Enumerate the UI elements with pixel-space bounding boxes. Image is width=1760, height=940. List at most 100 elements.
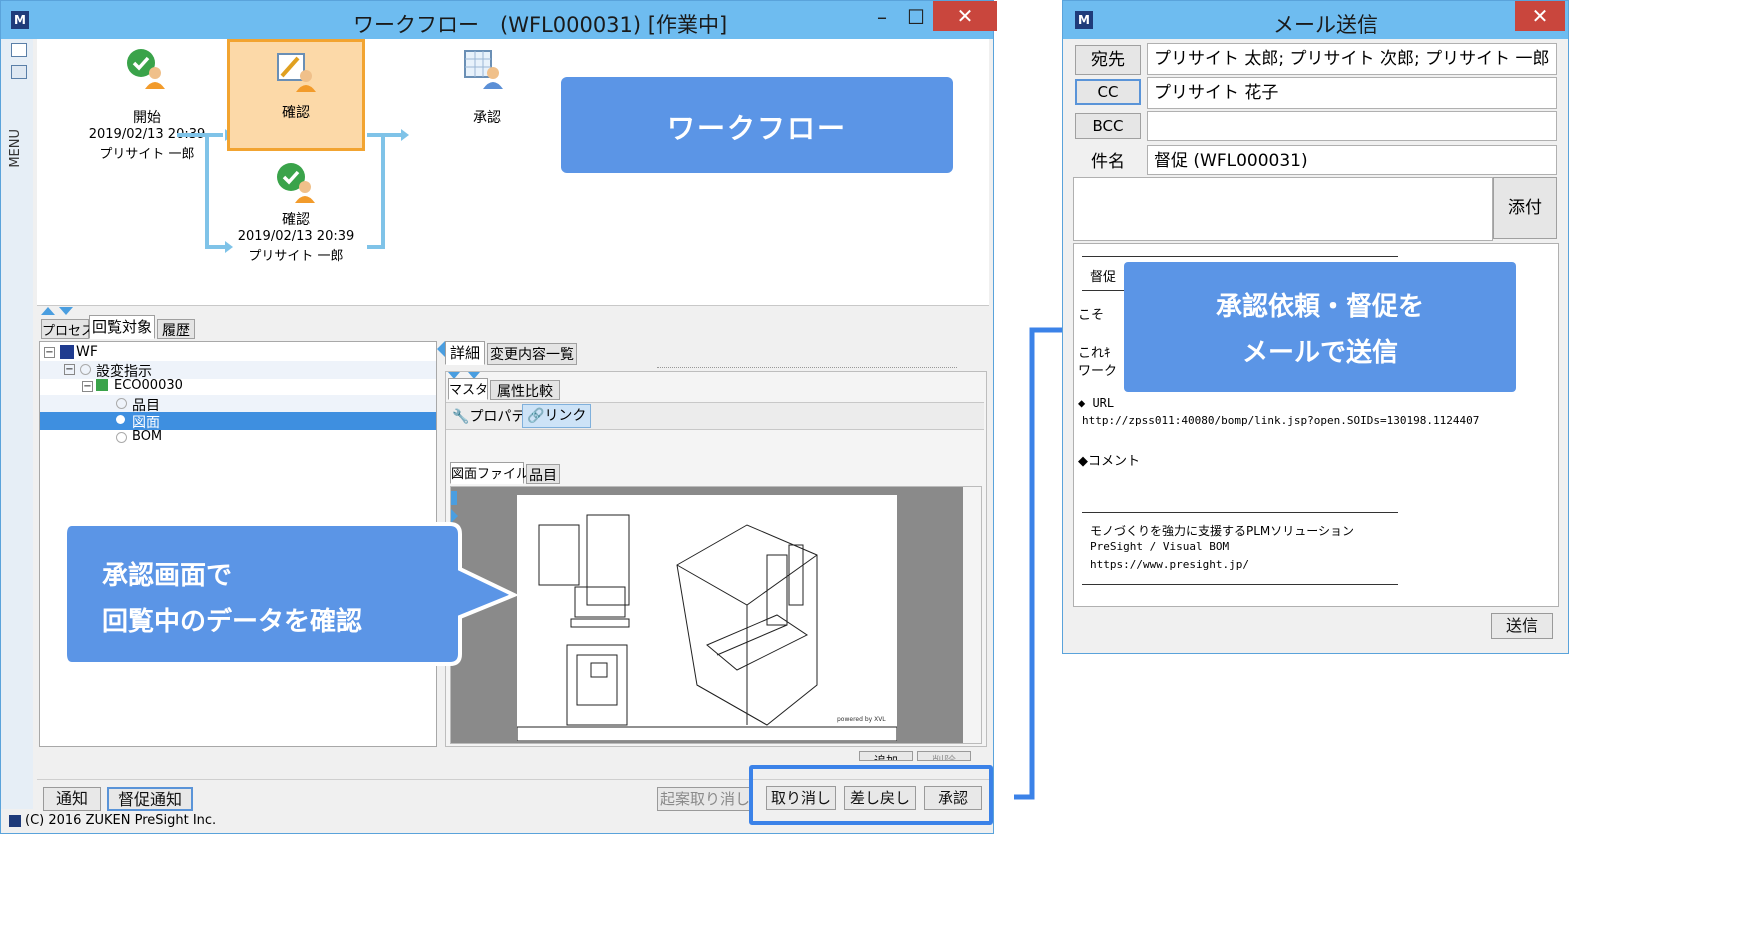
- node-approve[interactable]: 承認: [417, 47, 557, 127]
- collapse-icon[interactable]: −: [82, 381, 93, 392]
- node-confirm-done[interactable]: 確認 2019/02/13 20:39 プリサイト 一郎: [227, 161, 365, 301]
- circle-icon: [116, 415, 125, 424]
- tab-process[interactable]: プロセス: [41, 319, 94, 339]
- wrench-icon: 🔧: [452, 409, 470, 425]
- tab-circulation[interactable]: 回覧対象: [89, 315, 155, 339]
- node-approve-label: 承認: [473, 110, 501, 126]
- link-label: リンク: [544, 408, 587, 424]
- workflow-titlebar: M ワークフロー (WFL000031) [作業中] – ☐ ✕: [1, 1, 997, 39]
- viewer-marker-icon: [451, 491, 457, 505]
- tree-node-wf[interactable]: − WF: [40, 344, 436, 362]
- node-confirm-current[interactable]: 確認: [227, 39, 365, 151]
- tree-node-item[interactable]: 品目: [40, 395, 436, 414]
- splitter-up-icon[interactable]: [41, 307, 55, 315]
- tree-node-bom[interactable]: BOM: [40, 429, 436, 447]
- tab-master[interactable]: マスタ: [448, 378, 488, 400]
- attachment-area[interactable]: [1073, 177, 1493, 241]
- close-button[interactable]: ✕: [933, 1, 997, 31]
- body-fragment-1: こそ: [1078, 308, 1105, 323]
- viewer-scrollbar[interactable]: [963, 487, 981, 743]
- tab-attribute-compare[interactable]: 属性比較: [490, 380, 560, 400]
- tab-history[interactable]: 履歴: [157, 319, 195, 339]
- mail-titlebar: M メール送信 ✕: [1063, 1, 1568, 39]
- edit-user-icon: [277, 53, 316, 92]
- send-button[interactable]: 送信: [1491, 613, 1553, 639]
- workflow-title: ワークフロー (WFL000031) [作業中]: [353, 13, 728, 37]
- tab-link[interactable]: 🔗リンク: [522, 404, 592, 428]
- footer-line2: PreSight / Visual BOM: [1090, 540, 1230, 553]
- approved-user-icon: [127, 49, 165, 89]
- panel-toggle-icon[interactable]: [437, 341, 445, 357]
- confirm-callout-shape: [63, 522, 519, 666]
- mail-callout-line2: メールで送信: [1241, 338, 1398, 368]
- tab-drawing-file[interactable]: 図面ファイル: [450, 462, 529, 484]
- splitter-down-icon[interactable]: [59, 307, 73, 315]
- tab-file-item[interactable]: 品目: [526, 464, 560, 484]
- workflow-callout-text: ワークフロー: [666, 112, 847, 145]
- bcc-button[interactable]: BCC: [1075, 113, 1141, 139]
- url-heading: ◆ URL: [1078, 396, 1115, 410]
- comment-heading: ◆コメント: [1078, 454, 1140, 469]
- tree-label: BOM: [132, 429, 163, 444]
- cc-button[interactable]: CC: [1075, 79, 1141, 105]
- subject-label: 件名: [1091, 152, 1125, 172]
- notify-button[interactable]: 通知: [43, 787, 101, 811]
- add-button[interactable]: 追加: [859, 751, 913, 761]
- drawing-viewer[interactable]: powered by XVL: [450, 486, 982, 744]
- reject-button[interactable]: 差し戻し: [844, 786, 916, 810]
- attach-button[interactable]: 添付: [1493, 177, 1557, 239]
- tree-label: ECO00030: [114, 378, 183, 393]
- cc-field[interactable]: プリサイト 花子: [1147, 77, 1557, 109]
- circle-icon: [80, 364, 91, 375]
- detail-divider: [657, 367, 957, 369]
- mail-callout-line1: 承認依頼・督促を: [1215, 292, 1424, 322]
- remove-button[interactable]: 削除: [917, 751, 971, 761]
- bcc-field[interactable]: [1147, 111, 1557, 141]
- node-confirm-label: 確認: [282, 105, 310, 121]
- side-menu-strip: MENU: [1, 39, 33, 809]
- mail-close-button[interactable]: ✕: [1515, 1, 1565, 31]
- tab-change-list[interactable]: 変更内容一覧: [487, 343, 577, 365]
- prop-bar: 🔧プロパティ 🔗リンク: [446, 402, 984, 430]
- machine-drawing: powered by XVL: [516, 514, 898, 742]
- subject-field[interactable]: 督促 (WFL000031): [1147, 145, 1557, 175]
- cancel-draft-button[interactable]: 起案取り消し: [657, 787, 753, 811]
- tree-node-change-order[interactable]: − 設変指示: [40, 361, 436, 380]
- to-field[interactable]: プリサイト 太郎; プリサイト 次郎; プリサイト 一郎: [1147, 43, 1557, 75]
- body-rule-footer-top: [1082, 512, 1398, 513]
- link-icon: 🔗: [527, 408, 545, 424]
- menu-label[interactable]: MENU: [8, 129, 23, 168]
- cancel-button[interactable]: 取り消し: [766, 786, 836, 810]
- approved-user-icon: [277, 163, 315, 203]
- node-confirm2-user: プリサイト 一郎: [248, 249, 344, 264]
- menu-icon-2[interactable]: [11, 65, 27, 79]
- collapse-icon[interactable]: −: [64, 364, 75, 375]
- approve-button[interactable]: 承認: [924, 786, 982, 810]
- body-rule-top: [1082, 256, 1398, 257]
- workflow-icon: [60, 345, 74, 359]
- circle-icon: [116, 398, 127, 409]
- reminder-notify-button[interactable]: 督促通知: [107, 787, 193, 811]
- body-fragment-2: これｷ: [1078, 346, 1111, 361]
- tree-node-eco[interactable]: − ECO00030: [40, 378, 436, 396]
- node-confirm2-date: 2019/02/13 20:39: [237, 229, 355, 244]
- workflow-callout: ワークフロー: [561, 77, 953, 173]
- confirm-callout: 承認画面で 回覧中のデータを確認: [62, 521, 522, 667]
- circle-icon: [116, 432, 127, 443]
- menu-icon-1[interactable]: [11, 43, 27, 57]
- collapse-icon[interactable]: −: [44, 347, 55, 358]
- drawing-credit: powered by XVL: [837, 716, 886, 723]
- app-logo-icon: M: [11, 11, 29, 29]
- to-button[interactable]: 宛先: [1075, 45, 1141, 75]
- app-logo-icon: M: [1075, 11, 1093, 29]
- tree-label: WF: [76, 344, 98, 360]
- footer-line1: モノづくりを強力に支援するPLMソリューション: [1090, 524, 1355, 538]
- body-rule-footer-bottom: [1082, 584, 1398, 585]
- node-confirm2-label: 確認: [282, 212, 310, 228]
- tab-detail[interactable]: 詳細: [445, 341, 485, 365]
- copyright-text: (C) 2016 ZUKEN PreSight Inc.: [9, 813, 216, 828]
- maximize-button[interactable]: ☐: [907, 5, 925, 29]
- footer-line3: https://www.presight.jp/: [1090, 558, 1249, 571]
- tree-node-drawing[interactable]: 図面: [40, 412, 436, 431]
- minimize-button[interactable]: –: [877, 5, 887, 29]
